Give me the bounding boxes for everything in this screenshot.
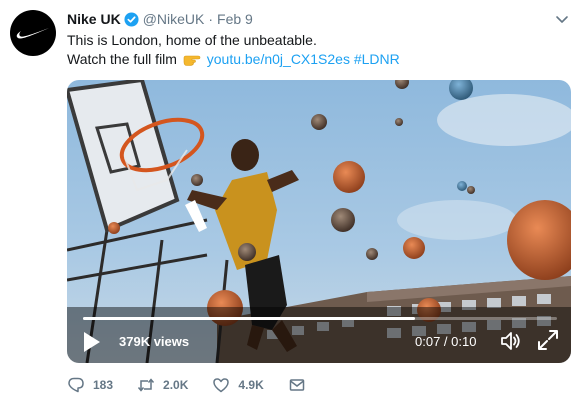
retweet-button[interactable]: 2.0K bbox=[137, 376, 188, 394]
video-link[interactable]: youtu.be/n0j_CX1S2es bbox=[207, 51, 350, 67]
tweet-line-2-prefix: Watch the full film bbox=[67, 51, 177, 67]
hashtag-link[interactable]: #LDNR bbox=[354, 51, 400, 67]
nike-swoosh-logo bbox=[16, 28, 50, 39]
tweet-text: This is London, home of the unbeatable. … bbox=[67, 31, 400, 69]
retweet-icon bbox=[137, 378, 155, 392]
retweet-count: 2.0K bbox=[163, 378, 189, 392]
author-name[interactable]: Nike UK bbox=[67, 11, 121, 27]
tweet[interactable]: Nike UK @NikeUK · Feb 9 This is London, … bbox=[0, 0, 581, 411]
envelope-icon bbox=[289, 379, 304, 391]
view-count: 379K views bbox=[119, 334, 190, 349]
tweet-actions: 183 2.0K 4.9K bbox=[67, 374, 330, 396]
tweet-line-1: This is London, home of the unbeatable. bbox=[67, 32, 317, 48]
volume-icon[interactable] bbox=[499, 329, 523, 353]
video-progress-fill bbox=[83, 317, 415, 320]
author-handle[interactable]: @NikeUK bbox=[143, 11, 205, 27]
reply-button[interactable]: 183 bbox=[67, 376, 113, 394]
video-time: 0:07 / 0:10 bbox=[415, 334, 477, 349]
reply-icon bbox=[68, 377, 84, 393]
video-progress-bar[interactable] bbox=[83, 317, 557, 320]
tweet-date[interactable]: Feb 9 bbox=[217, 11, 253, 27]
play-icon[interactable] bbox=[83, 331, 101, 353]
tweet-line-2: Watch the full film youtu.be/n0j_CX1S2es… bbox=[67, 50, 400, 69]
fullscreen-icon[interactable] bbox=[537, 329, 559, 351]
like-count: 4.9K bbox=[238, 378, 264, 392]
direct-message-button[interactable] bbox=[288, 376, 306, 394]
video-player[interactable]: 379K views 0:07 / 0:10 bbox=[67, 80, 571, 363]
reply-count: 183 bbox=[93, 378, 114, 392]
pointing-hand-emoji bbox=[183, 50, 201, 69]
chevron-down-icon[interactable] bbox=[555, 12, 569, 26]
tweet-header: Nike UK @NikeUK · Feb 9 bbox=[67, 10, 253, 28]
video-controls: 379K views 0:07 / 0:10 bbox=[67, 307, 571, 363]
verified-badge-icon bbox=[124, 11, 139, 27]
avatar[interactable] bbox=[10, 10, 56, 56]
separator-dot: · bbox=[208, 11, 214, 27]
heart-icon bbox=[213, 378, 230, 393]
like-button[interactable]: 4.9K bbox=[212, 376, 264, 394]
